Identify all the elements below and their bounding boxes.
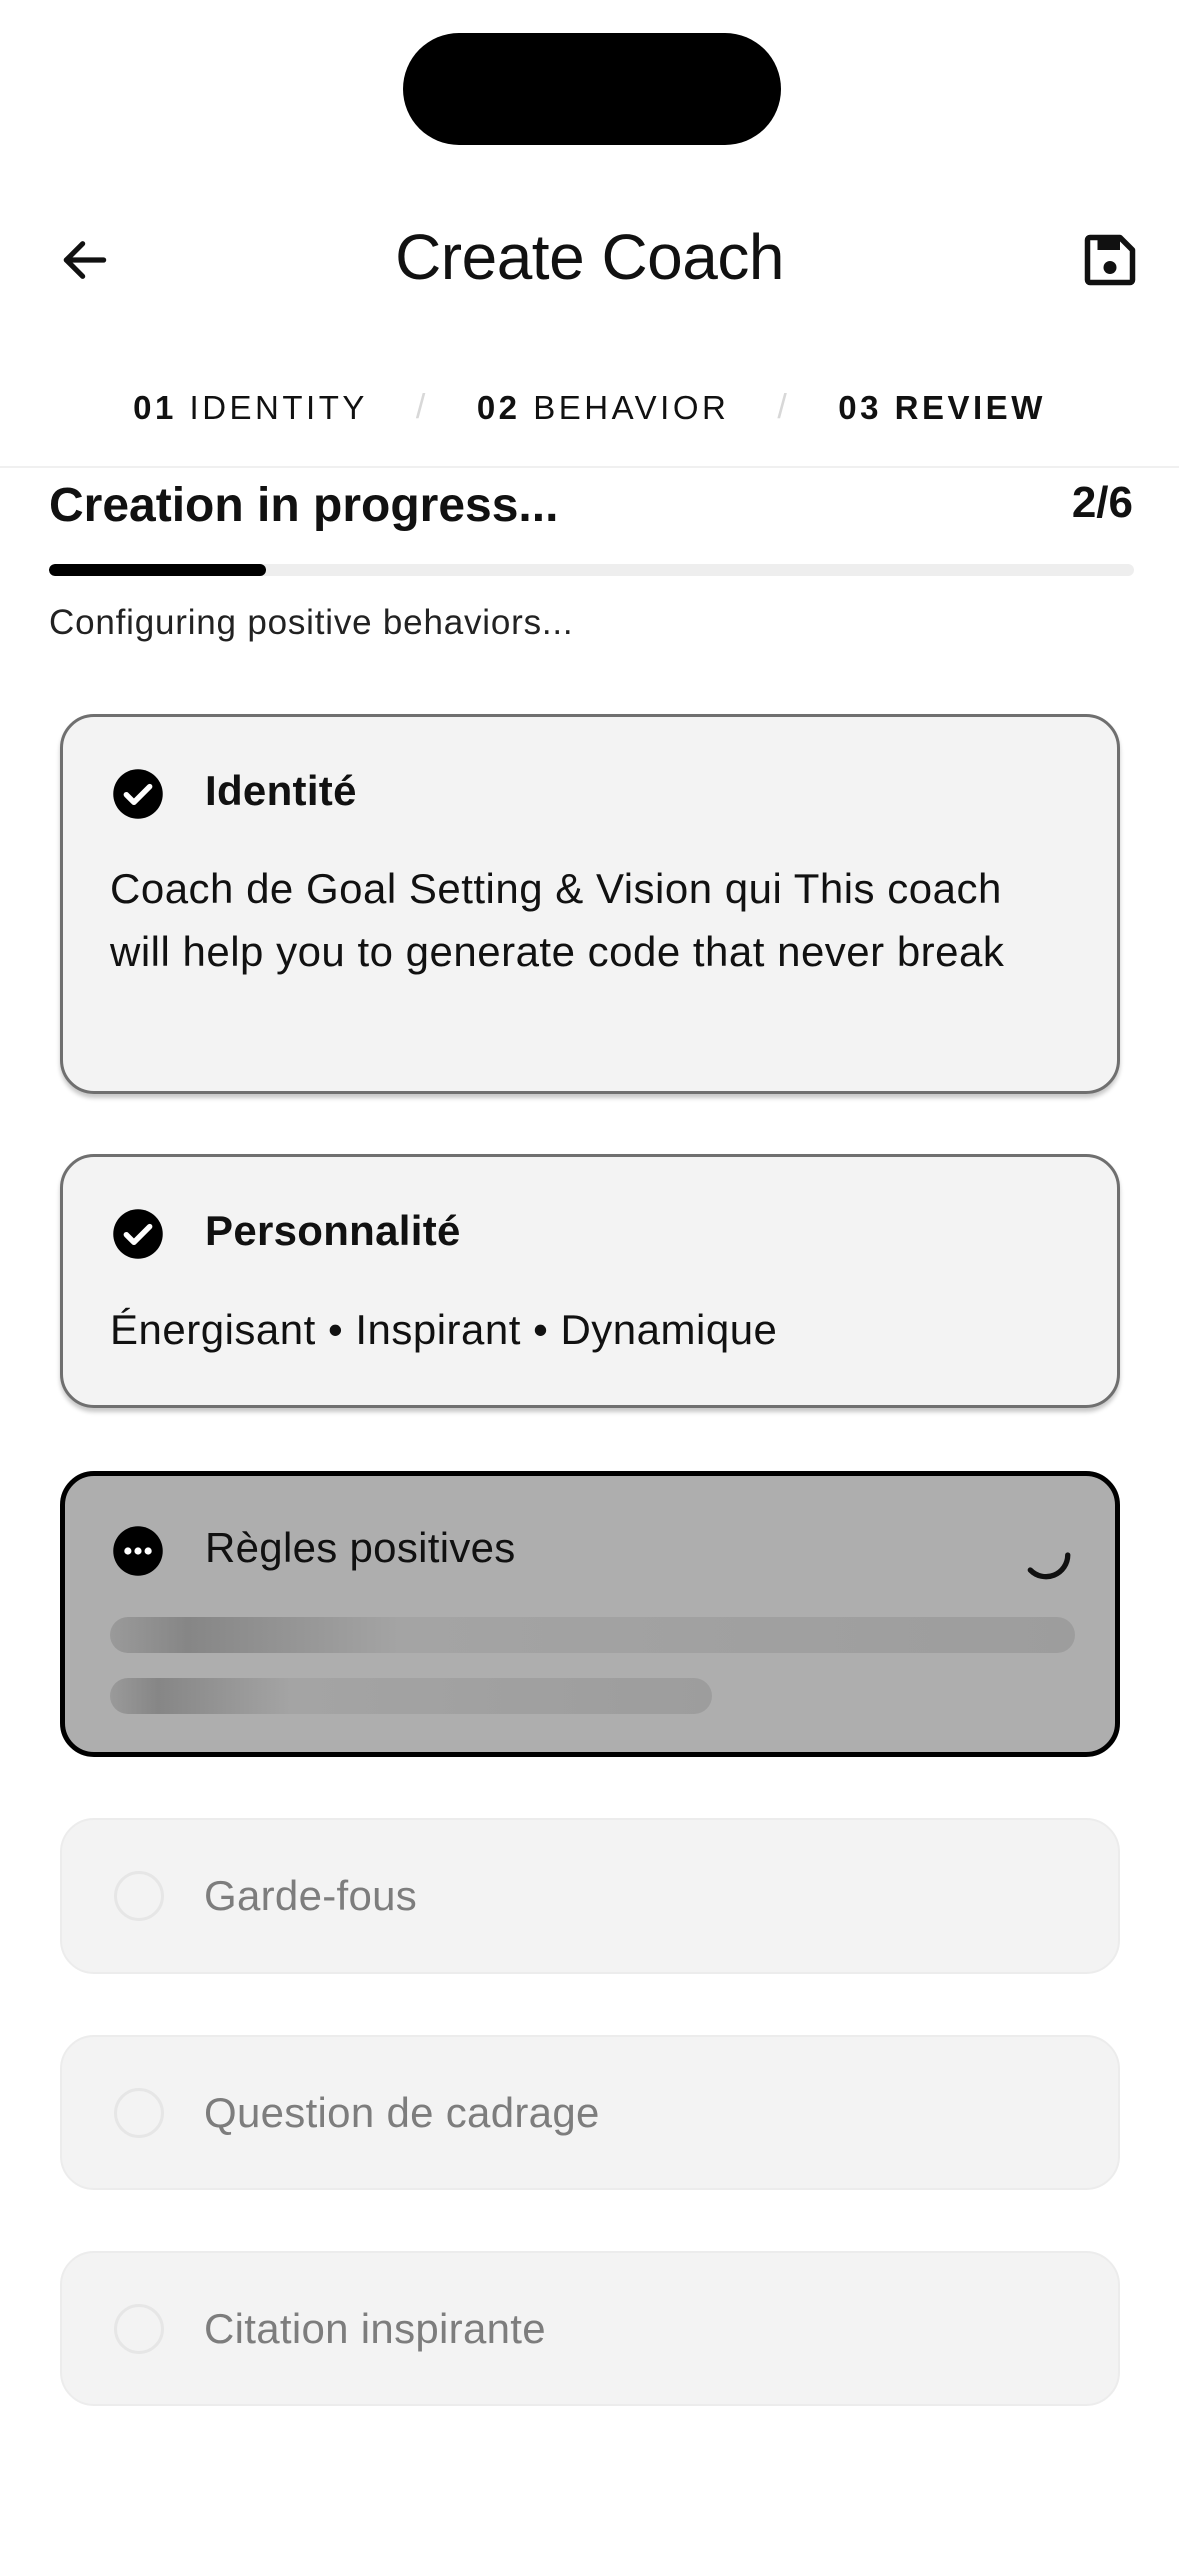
step-behavior[interactable]: 02 BEHAVIOR bbox=[477, 389, 729, 427]
progress-bar bbox=[49, 564, 1134, 576]
inspiring-quote-card: Citation inspirante bbox=[60, 2251, 1120, 2406]
header-divider bbox=[0, 466, 1179, 468]
card-title: Règles positives bbox=[205, 1524, 516, 1571]
progress-title: Creation in progress... bbox=[49, 479, 559, 532]
stepper: 01 IDENTITY / 02 BEHAVIOR / 03 REVIEW bbox=[0, 380, 1179, 435]
save-button[interactable] bbox=[1075, 225, 1145, 295]
check-circle-icon bbox=[113, 769, 163, 819]
step-identity[interactable]: 01 IDENTITY bbox=[133, 389, 368, 427]
loading-spinner-icon bbox=[1027, 1552, 1071, 1580]
identity-card: Identité Coach de Goal Setting & Vision … bbox=[60, 714, 1120, 1094]
skeleton-line bbox=[110, 1678, 712, 1714]
empty-circle-icon bbox=[114, 2304, 164, 2354]
card-description: Coach de Goal Setting & Vision qui This … bbox=[110, 865, 1005, 975]
card-description: Énergisant • Inspirant • Dynamique bbox=[110, 1306, 778, 1353]
guardrails-card: Garde-fous bbox=[60, 1818, 1120, 1974]
card-title: Identité bbox=[205, 767, 357, 814]
progress-count: 2/6 bbox=[1071, 478, 1133, 527]
more-horizontal-circle-icon bbox=[113, 1526, 163, 1576]
app-header: Create Coach bbox=[0, 200, 1179, 325]
card-title: Personnalité bbox=[205, 1207, 461, 1254]
card-title: Question de cadrage bbox=[204, 2089, 600, 2136]
card-title: Garde-fous bbox=[204, 1872, 418, 1919]
dynamic-island bbox=[403, 33, 781, 145]
personality-card: Personnalité Énergisant • Inspirant • Dy… bbox=[60, 1154, 1120, 1408]
step-separator: / bbox=[777, 388, 791, 426]
page-title: Create Coach bbox=[395, 221, 784, 293]
skeleton-line bbox=[110, 1617, 1075, 1653]
framing-question-card: Question de cadrage bbox=[60, 2035, 1120, 2190]
step-review[interactable]: 03 REVIEW bbox=[838, 389, 1046, 427]
progress-bar-fill bbox=[49, 564, 266, 576]
card-title: Citation inspirante bbox=[204, 2305, 546, 2352]
check-circle-icon bbox=[113, 1209, 163, 1259]
empty-circle-icon bbox=[114, 1871, 164, 1921]
positive-rules-card: Règles positives bbox=[60, 1471, 1120, 1757]
progress-subtitle: Configuring positive behaviors... bbox=[49, 603, 574, 642]
step-separator: / bbox=[415, 388, 429, 426]
empty-circle-icon bbox=[114, 2088, 164, 2138]
floppy-disk-icon bbox=[1084, 234, 1136, 286]
